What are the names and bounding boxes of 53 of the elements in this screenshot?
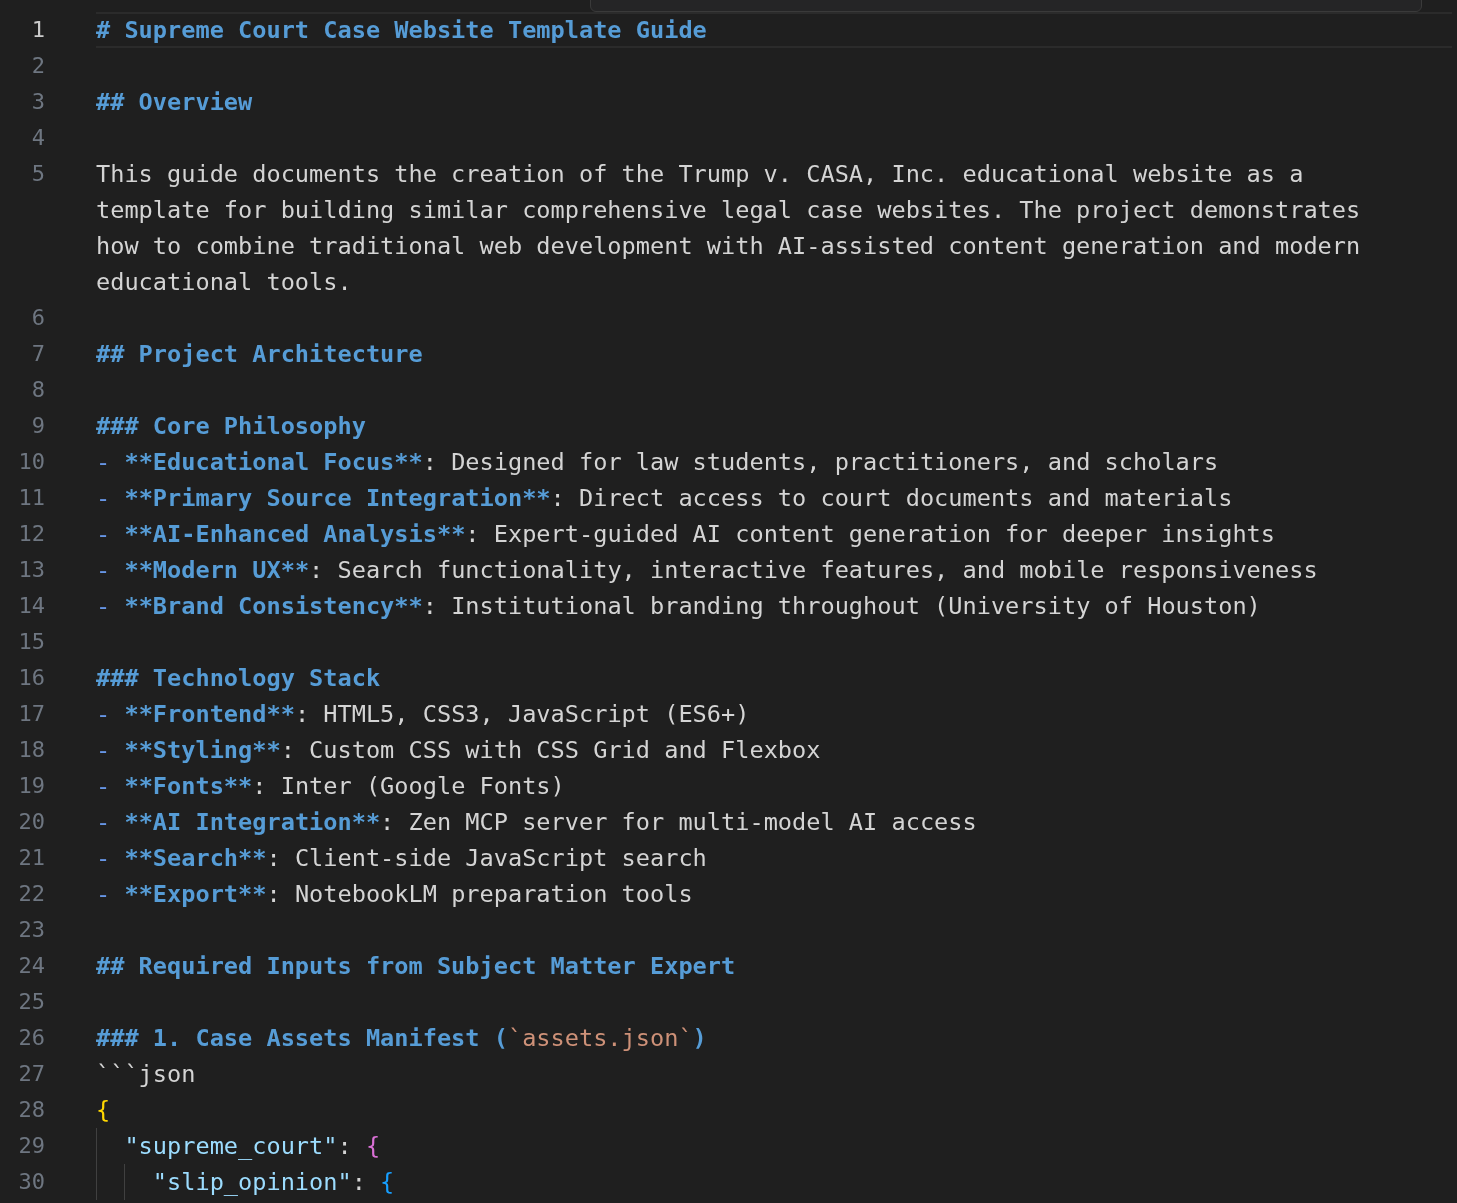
line-number: 9 — [30, 412, 45, 440]
line-number: 14 — [17, 592, 45, 620]
line-number: 13 — [17, 556, 45, 584]
line-number: 11 — [17, 484, 45, 512]
code-line[interactable]: - **Fonts**: Inter (Google Fonts) — [96, 768, 1406, 804]
line-number: 29 — [17, 1132, 45, 1160]
code-line[interactable]: "supreme_court": { — [96, 1128, 1406, 1164]
code-line[interactable]: - **Search**: Client-side JavaScript search — [96, 840, 1406, 876]
code-line[interactable]: - **Modern UX**: Search functionality, interactive features, and mobile responsiveness — [96, 552, 1406, 588]
line-number: 1 — [30, 16, 45, 44]
code-line[interactable]: This guide documents the creation of the Trump v. CASA, Inc. educational website as a template for building similar comprehensive legal case websites. The project demonstrates how to combine traditional web development with AI-assisted content generation and modern educational tools. — [96, 156, 1406, 300]
code-line[interactable]: - **Educational Focus**: Designed for law students, practitioners, and scholars — [96, 444, 1406, 480]
code-line[interactable]: ```json — [96, 1056, 1406, 1092]
line-number: 25 — [17, 988, 45, 1016]
code-line[interactable]: ## Required Inputs from Subject Matter Expert — [96, 948, 1406, 984]
code-line[interactable]: - **Primary Source Integration**: Direct access to court documents and materials — [96, 480, 1406, 516]
line-number: 17 — [17, 700, 45, 728]
code-line[interactable]: - **Frontend**: HTML5, CSS3, JavaScript (ES6+) — [96, 696, 1406, 732]
code-line[interactable]: ### Technology Stack — [96, 660, 1406, 696]
line-number: 10 — [17, 448, 45, 476]
line-number: 8 — [30, 376, 45, 404]
line-number: 19 — [17, 772, 45, 800]
line-number: 20 — [17, 808, 45, 836]
line-number: 26 — [17, 1024, 45, 1052]
code-line[interactable]: - **Export**: NotebookLM preparation tools — [96, 876, 1406, 912]
line-number: 28 — [17, 1096, 45, 1124]
line-number: 2 — [30, 52, 45, 80]
code-line[interactable]: ## Overview — [96, 84, 1406, 120]
line-number: 3 — [30, 88, 45, 116]
code-line[interactable]: ### Core Philosophy — [96, 408, 1406, 444]
line-number: 5 — [30, 160, 45, 188]
code-line[interactable]: ## Project Architecture — [96, 336, 1406, 372]
line-number: 7 — [30, 340, 45, 368]
code-line[interactable]: - **Styling**: Custom CSS with CSS Grid and Flexbox — [96, 732, 1406, 768]
code-line[interactable]: "slip_opinion": { — [96, 1164, 1406, 1200]
line-number: 27 — [17, 1060, 45, 1088]
line-number: 23 — [17, 916, 45, 944]
code-line[interactable]: - **AI Integration**: Zen MCP server for multi-model AI access — [96, 804, 1406, 840]
line-number: 12 — [17, 520, 45, 548]
line-number: 6 — [30, 304, 45, 332]
line-number: 21 — [17, 844, 45, 872]
code-line[interactable]: - **Brand Consistency**: Institutional branding throughout (University of Houston) — [96, 588, 1406, 624]
line-number: 4 — [30, 124, 45, 152]
line-number: 15 — [17, 628, 45, 656]
line-number: 30 — [17, 1168, 45, 1196]
line-number: 24 — [17, 952, 45, 980]
line-number: 22 — [17, 880, 45, 908]
code-line[interactable]: { — [96, 1092, 1406, 1128]
code-line[interactable]: - **AI-Enhanced Analysis**: Expert-guided AI content generation for deeper insights — [96, 516, 1406, 552]
line-number: 16 — [17, 664, 45, 692]
code-line[interactable]: # Supreme Court Case Website Template Guide — [96, 14, 1452, 46]
line-number: 18 — [17, 736, 45, 764]
code-line[interactable]: ### 1. Case Assets Manifest (`assets.json`) — [96, 1020, 1406, 1056]
